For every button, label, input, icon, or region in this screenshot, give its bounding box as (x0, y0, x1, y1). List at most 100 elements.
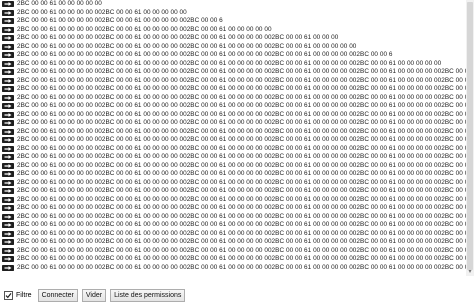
log-row[interactable]: 2BC 00 00 61 00 00 00 00 002BC 00 00 61 … (0, 187, 466, 196)
filter-label: Filtre (16, 292, 32, 299)
log-row-text: 2BC 00 00 61 00 00 00 00 002BC 00 00 61 … (17, 212, 466, 220)
log-row[interactable]: 2BC 00 00 61 00 00 00 00 002BC 00 00 61 … (0, 102, 466, 111)
filter-checkbox-wrap[interactable]: Filtre (4, 291, 32, 300)
log-row[interactable]: 2BC 00 00 61 00 00 00 00 002BC 00 00 61 … (0, 145, 466, 154)
right-arrow-icon (2, 213, 14, 220)
log-row-text: 2BC 00 00 61 00 00 00 00 002BC 00 00 61 … (17, 170, 466, 177)
log-row[interactable]: 2BC 00 00 61 00 00 00 00 002BC 00 00 61 … (0, 238, 466, 247)
log-row-text: 2BC 00 00 61 00 00 00 00 002BC 00 00 61 … (17, 25, 272, 33)
right-arrow-icon (2, 94, 14, 101)
vertical-scrollbar[interactable]: ▾ (466, 0, 474, 276)
log-row[interactable]: 2BC 00 00 61 00 00 00 00 002BC 00 00 61 … (0, 68, 466, 77)
log-row-text: 2BC 00 00 61 00 00 00 00 002BC 00 00 61 … (17, 178, 466, 186)
checkmark-icon (5, 293, 12, 299)
log-row-text: 2BC 00 00 61 00 00 00 00 002BC 00 00 61 … (17, 51, 393, 58)
log-row[interactable]: 2BC 00 00 61 00 00 00 00 002BC 00 00 61 … (0, 34, 466, 43)
log-row-text: 2BC 00 00 61 00 00 00 00 002BC 00 00 61 … (17, 85, 466, 92)
log-row[interactable]: 2BC 00 00 61 00 00 00 00 002BC 00 00 61 … (0, 230, 466, 239)
right-arrow-icon (2, 239, 14, 246)
right-arrow-icon (2, 35, 14, 42)
right-arrow-icon (2, 230, 14, 237)
log-row-text: 2BC 00 00 61 00 00 00 00 002BC 00 00 61 … (17, 221, 466, 228)
log-row[interactable]: 2BC 00 00 61 00 00 00 00 002BC 00 00 61 … (0, 17, 466, 26)
log-row-text: 2BC 00 00 61 00 00 00 00 002BC 00 00 61 … (17, 17, 223, 24)
log-row-text: 2BC 00 00 61 00 00 00 00 002BC 00 00 61 … (17, 246, 466, 254)
log-row[interactable]: 2BC 00 00 61 00 00 00 00 002BC 00 00 61 … (0, 196, 466, 205)
log-row-text: 2BC 00 00 61 00 00 00 00 00 (17, 0, 102, 7)
right-arrow-icon (2, 120, 14, 127)
permissions-list-button[interactable]: Liste des permissions (110, 289, 186, 302)
log-row[interactable]: 2BC 00 00 61 00 00 00 00 002BC 00 00 61 … (0, 213, 466, 222)
log-panel[interactable]: 2BC 00 00 61 00 00 00 00 00 2BC 00 00 61 … (0, 0, 466, 276)
log-row[interactable]: 2BC 00 00 61 00 00 00 00 002BC 00 00 61 … (0, 247, 466, 256)
right-arrow-icon (2, 154, 14, 161)
log-row-text: 2BC 00 00 61 00 00 00 00 002BC 00 00 61 … (17, 263, 466, 271)
right-arrow-icon (2, 18, 14, 25)
right-arrow-icon (2, 196, 14, 203)
right-arrow-icon (2, 188, 14, 195)
connect-button[interactable]: Connecter (37, 289, 78, 302)
right-arrow-icon (2, 137, 14, 144)
log-row[interactable]: 2BC 00 00 61 00 00 00 00 002BC 00 00 61 … (0, 179, 466, 188)
log-row[interactable]: 2BC 00 00 61 00 00 00 00 002BC 00 00 61 … (0, 60, 466, 69)
right-arrow-icon (2, 77, 14, 84)
right-arrow-icon (2, 52, 14, 59)
log-row-text: 2BC 00 00 61 00 00 00 00 002BC 00 00 61 … (17, 119, 466, 126)
right-arrow-icon (2, 162, 14, 169)
log-row-text: 2BC 00 00 61 00 00 00 00 002BC 00 00 61 … (17, 255, 466, 262)
log-row-text: 2BC 00 00 61 00 00 00 00 002BC 00 00 61 … (17, 161, 466, 169)
log-row[interactable]: 2BC 00 00 61 00 00 00 00 002BC 00 00 61 … (0, 119, 466, 128)
log-row[interactable]: 2BC 00 00 61 00 00 00 00 002BC 00 00 61 … (0, 51, 466, 60)
right-arrow-icon (2, 256, 14, 263)
log-row[interactable]: 2BC 00 00 61 00 00 00 00 00 (0, 0, 466, 9)
scrollbar-thumb[interactable] (467, 2, 473, 270)
log-row-text: 2BC 00 00 61 00 00 00 00 002BC 00 00 61 … (17, 59, 442, 67)
log-row-text: 2BC 00 00 61 00 00 00 00 002BC 00 00 61 … (17, 68, 466, 75)
log-row[interactable]: 2BC 00 00 61 00 00 00 00 002BC 00 00 61 … (0, 43, 466, 52)
log-row[interactable]: 2BC 00 00 61 00 00 00 00 002BC 00 00 61 … (0, 136, 466, 145)
log-row-text: 2BC 00 00 61 00 00 00 00 002BC 00 00 61 … (17, 102, 466, 109)
right-arrow-icon (2, 128, 14, 135)
right-arrow-icon (2, 222, 14, 229)
right-arrow-icon (2, 60, 14, 67)
log-row-text: 2BC 00 00 61 00 00 00 00 002BC 00 00 61 … (17, 153, 466, 160)
log-row[interactable]: 2BC 00 00 61 00 00 00 00 002BC 00 00 61 … (0, 162, 466, 171)
log-row[interactable]: 2BC 00 00 61 00 00 00 00 002BC 00 00 61 … (0, 170, 466, 179)
right-arrow-icon (2, 86, 14, 93)
log-row[interactable]: 2BC 00 00 61 00 00 00 00 002BC 00 00 61 … (0, 255, 466, 264)
log-row[interactable]: 2BC 00 00 61 00 00 00 00 002BC 00 00 61 … (0, 77, 466, 86)
right-arrow-icon (2, 1, 14, 8)
right-arrow-icon (2, 264, 14, 271)
right-arrow-icon (2, 9, 14, 16)
right-arrow-icon (2, 171, 14, 178)
log-row[interactable]: 2BC 00 00 61 00 00 00 00 002BC 00 00 61 … (0, 204, 466, 213)
log-row-text: 2BC 00 00 61 00 00 00 00 002BC 00 00 61 … (17, 42, 357, 50)
log-row[interactable]: 2BC 00 00 61 00 00 00 00 002BC 00 00 61 … (0, 111, 466, 120)
log-row[interactable]: 2BC 00 00 61 00 00 00 00 002BC 00 00 61 … (0, 264, 466, 273)
log-row[interactable]: 2BC 00 00 61 00 00 00 00 002BC 00 00 61 … (0, 128, 466, 137)
log-row[interactable]: 2BC 00 00 61 00 00 00 00 002BC 00 00 61 … (0, 153, 466, 162)
log-row-text: 2BC 00 00 61 00 00 00 00 002BC 00 00 61 … (17, 238, 466, 245)
log-row-text: 2BC 00 00 61 00 00 00 00 002BC 00 00 61 … (17, 8, 187, 16)
bottom-toolbar: Filtre Connecter Vider Liste des permiss… (0, 285, 474, 306)
log-row-text: 2BC 00 00 61 00 00 00 00 002BC 00 00 61 … (17, 195, 466, 203)
right-arrow-icon (2, 247, 14, 254)
log-row-text: 2BC 00 00 61 00 00 00 00 002BC 00 00 61 … (17, 93, 466, 101)
log-row-text: 2BC 00 00 61 00 00 00 00 002BC 00 00 61 … (17, 136, 466, 143)
right-arrow-icon (2, 69, 14, 76)
log-row[interactable]: 2BC 00 00 61 00 00 00 00 002BC 00 00 61 … (0, 221, 466, 230)
log-row-text: 2BC 00 00 61 00 00 00 00 002BC 00 00 61 … (17, 127, 466, 135)
log-row-text: 2BC 00 00 61 00 00 00 00 002BC 00 00 61 … (17, 204, 466, 211)
log-row[interactable]: 2BC 00 00 61 00 00 00 00 002BC 00 00 61 … (0, 26, 466, 35)
right-arrow-icon (2, 43, 14, 50)
filter-checkbox[interactable] (4, 291, 13, 300)
log-row[interactable]: 2BC 00 00 61 00 00 00 00 002BC 00 00 61 … (0, 85, 466, 94)
clear-button[interactable]: Vider (81, 289, 107, 302)
log-row-text: 2BC 00 00 61 00 00 00 00 002BC 00 00 61 … (17, 144, 466, 152)
scroll-down-icon[interactable]: ▾ (467, 269, 473, 275)
right-arrow-icon (2, 145, 14, 152)
log-row[interactable]: 2BC 00 00 61 00 00 00 00 002BC 00 00 61 … (0, 9, 466, 18)
log-row[interactable]: 2BC 00 00 61 00 00 00 00 002BC 00 00 61 … (0, 94, 466, 103)
right-arrow-icon (2, 205, 14, 212)
right-arrow-icon (2, 103, 14, 110)
